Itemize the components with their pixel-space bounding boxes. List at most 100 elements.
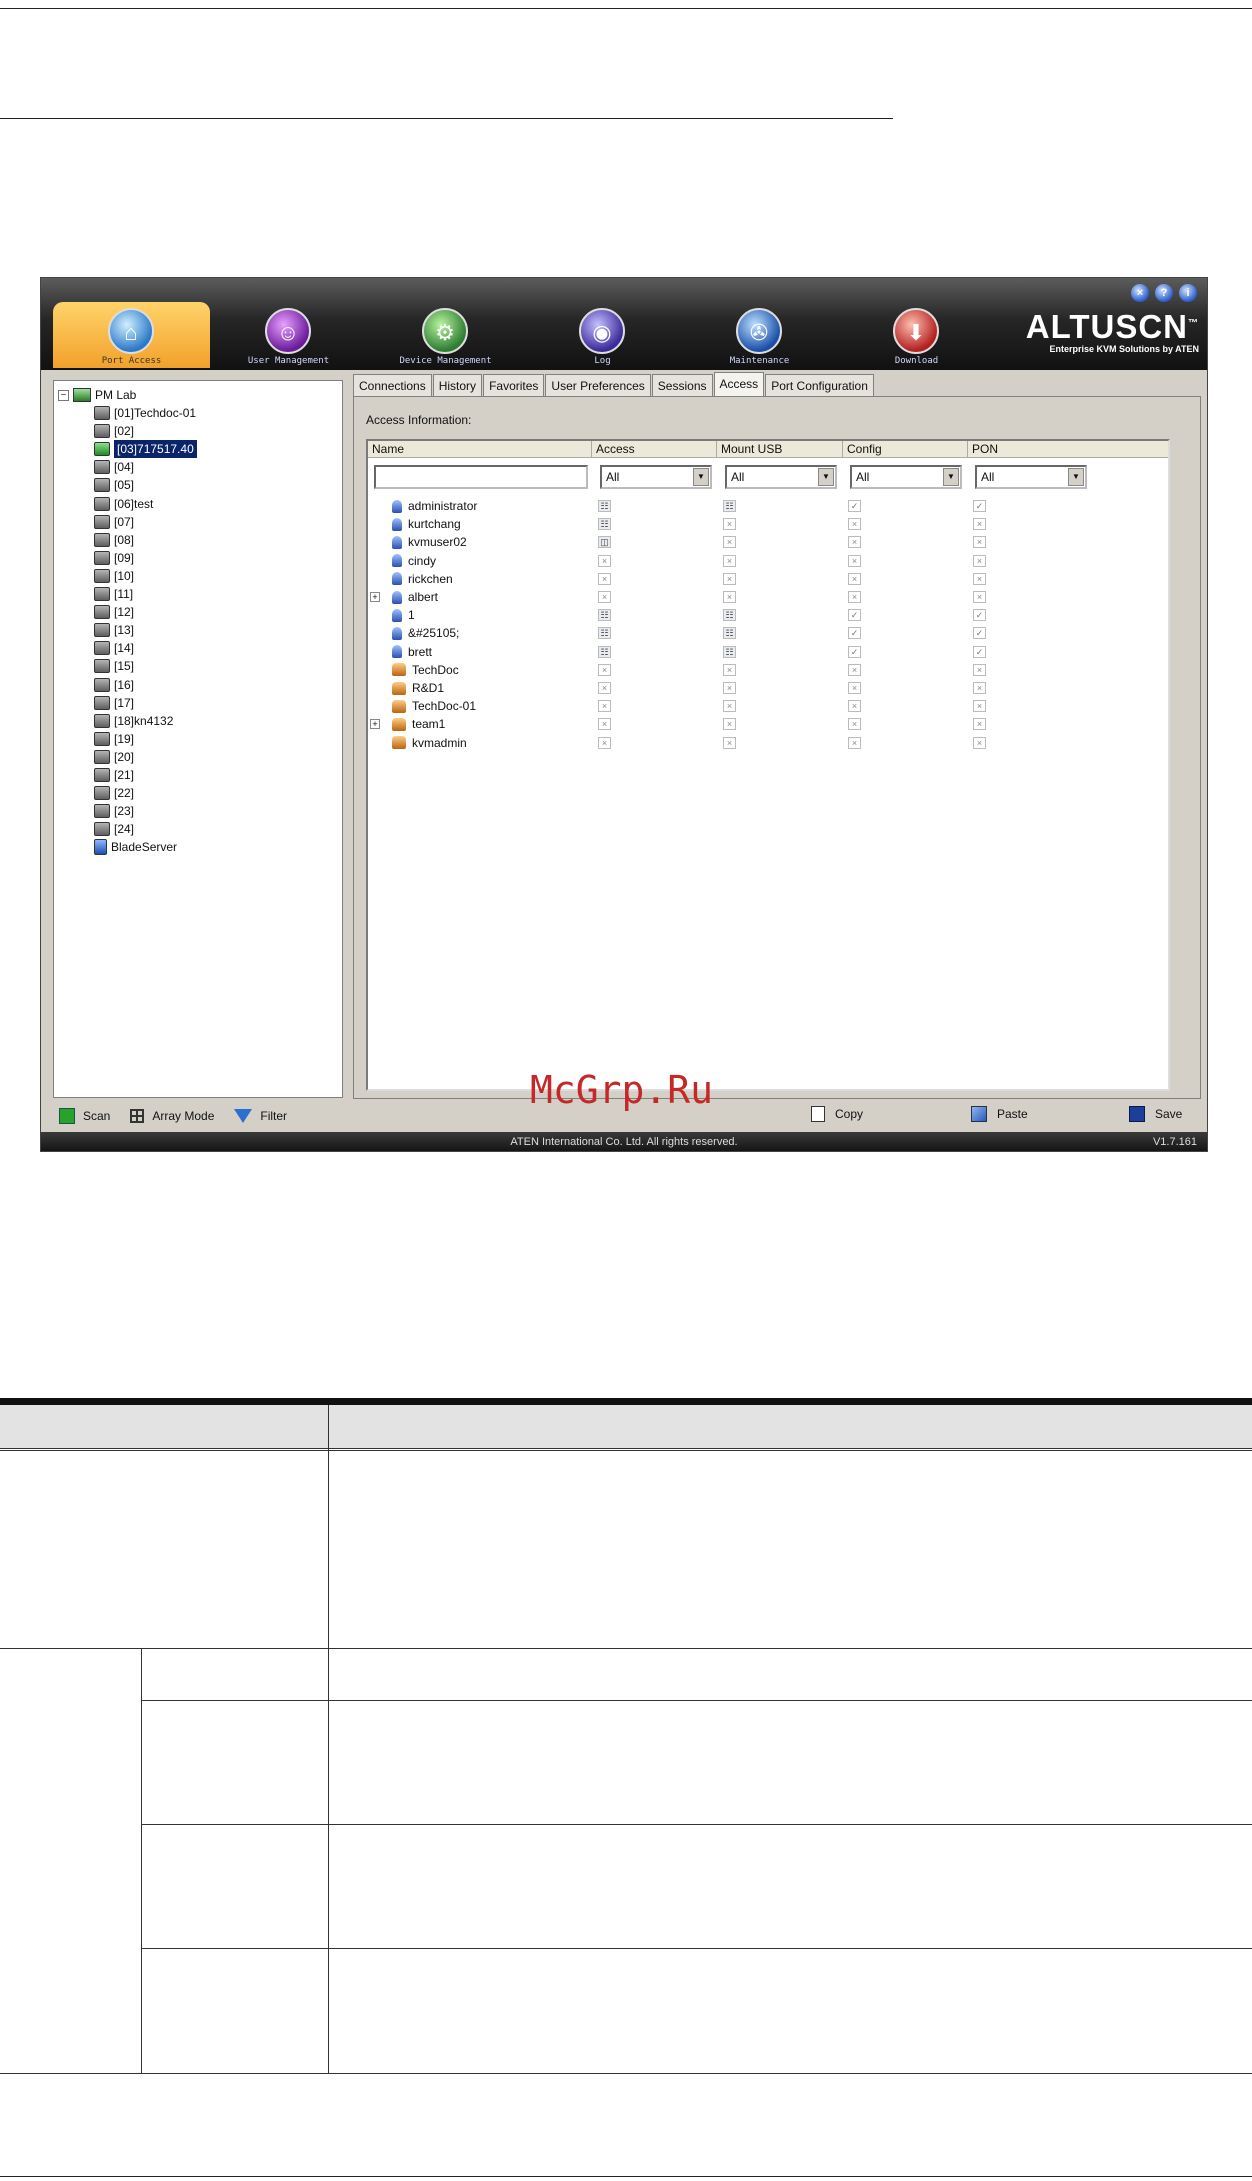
help-icon[interactable]: ? (1155, 284, 1173, 302)
column-config[interactable]: Config (843, 441, 968, 458)
tree-port-item[interactable]: [24] (94, 820, 134, 838)
permission-icon[interactable]: ☷ (598, 645, 611, 658)
nav-log[interactable]: ◉ Log (524, 302, 681, 368)
name-filter-input[interactable] (374, 465, 588, 489)
tab-favorites[interactable]: Favorites (483, 374, 545, 396)
tree-port-item[interactable]: [03]717517.40 (94, 440, 197, 459)
nav-download[interactable]: ⬇ Download (838, 302, 995, 368)
deny-icon[interactable]: × (973, 736, 986, 749)
tree-port-item[interactable]: [05] (94, 476, 134, 494)
tree-port-item[interactable]: [17] (94, 694, 134, 712)
table-row[interactable]: + albert × × × × (368, 588, 1168, 606)
deny-icon[interactable]: × (598, 736, 611, 749)
deny-icon[interactable]: × (598, 554, 611, 567)
info-icon[interactable]: i (1179, 284, 1197, 302)
nav-maintenance[interactable]: ✇ Maintenance (681, 302, 838, 368)
deny-icon[interactable]: × (848, 572, 861, 585)
table-row[interactable]: brett ☷ ☷ ✓ ✓ (368, 643, 1168, 661)
tree-port-item[interactable]: [21] (94, 766, 134, 784)
tree-port-item[interactable]: [16] (94, 676, 134, 694)
deny-icon[interactable]: × (598, 572, 611, 585)
config-filter-select[interactable]: All ▼ (850, 465, 962, 489)
tree-port-item[interactable]: [15] (94, 657, 134, 675)
tree-port-item[interactable]: [02] (94, 422, 134, 440)
table-row[interactable]: TechDoc-01 × × × × (368, 697, 1168, 715)
array-mode-button[interactable]: Array Mode (130, 1109, 214, 1123)
check-icon[interactable]: ✓ (848, 645, 861, 658)
deny-icon[interactable]: × (598, 718, 611, 731)
expand-icon[interactable]: + (370, 592, 380, 602)
tree-port-item[interactable]: [08] (94, 531, 134, 549)
deny-icon[interactable]: × (598, 591, 611, 603)
permission-icon[interactable]: ☷ (723, 609, 736, 622)
table-row[interactable]: R&D1 × × × × (368, 679, 1168, 697)
mount-usb-filter-select[interactable]: All ▼ (725, 465, 837, 489)
tree-port-item[interactable]: [06]test (94, 495, 153, 513)
tree-port-item[interactable]: [01]Techdoc-01 (94, 404, 196, 422)
column-access[interactable]: Access (592, 441, 717, 458)
deny-icon[interactable]: × (848, 591, 861, 603)
close-icon[interactable]: × (1131, 284, 1149, 302)
table-row[interactable]: kvmuser02 ◫ × × × (368, 533, 1168, 551)
deny-icon[interactable]: × (598, 663, 611, 676)
check-icon[interactable]: ✓ (848, 500, 861, 512)
table-row[interactable]: + team1 × × × × (368, 715, 1168, 733)
check-icon[interactable]: ✓ (973, 609, 986, 622)
scan-button[interactable]: Scan (59, 1108, 110, 1124)
deny-icon[interactable]: × (723, 591, 736, 603)
deny-icon[interactable]: × (723, 736, 736, 749)
deny-icon[interactable]: × (598, 682, 611, 694)
deny-icon[interactable]: × (973, 663, 986, 676)
deny-icon[interactable]: × (973, 536, 986, 549)
tab-access[interactable]: Access (713, 372, 765, 397)
tree-port-item[interactable]: [12] (94, 603, 134, 621)
deny-icon[interactable]: × (973, 682, 986, 694)
check-icon[interactable]: ✓ (973, 627, 986, 640)
deny-icon[interactable]: × (848, 663, 861, 676)
deny-icon[interactable]: × (848, 536, 861, 549)
tree-port-item[interactable]: [20] (94, 748, 134, 766)
deny-icon[interactable]: × (973, 572, 986, 585)
check-icon[interactable]: ✓ (973, 500, 986, 512)
collapse-icon[interactable]: − (58, 389, 69, 401)
tab-user-preferences[interactable]: User Preferences (545, 374, 651, 396)
deny-icon[interactable]: × (723, 554, 736, 567)
column-pon[interactable]: PON (968, 441, 1168, 458)
deny-icon[interactable]: × (848, 736, 861, 749)
tree-port-item[interactable]: [07] (94, 513, 134, 531)
deny-icon[interactable]: × (973, 591, 986, 603)
deny-icon[interactable]: × (973, 554, 986, 567)
tree-root[interactable]: − PM Lab (58, 386, 136, 404)
permission-icon[interactable]: ☷ (598, 500, 611, 512)
deny-icon[interactable]: × (723, 518, 736, 531)
tab-connections[interactable]: Connections (353, 374, 432, 396)
check-icon[interactable]: ✓ (848, 609, 861, 622)
permission-icon[interactable]: ☷ (723, 645, 736, 658)
deny-icon[interactable]: × (973, 718, 986, 731)
tree-port-item[interactable]: [18]kn4132 (94, 712, 173, 730)
filter-button[interactable]: Filter (234, 1109, 287, 1123)
tree-port-item[interactable]: [22] (94, 784, 134, 802)
tree-port-item[interactable]: [19] (94, 730, 134, 748)
access-filter-select[interactable]: All ▼ (600, 465, 712, 489)
table-row[interactable]: rickchen × × × × (368, 570, 1168, 588)
tree-port-item[interactable]: [09] (94, 549, 134, 567)
deny-icon[interactable]: × (848, 700, 861, 713)
deny-icon[interactable]: × (973, 700, 986, 713)
deny-icon[interactable]: × (848, 682, 861, 694)
tree-port-item[interactable]: [14] (94, 639, 134, 657)
deny-icon[interactable]: × (723, 663, 736, 676)
permission-icon[interactable]: ◫ (598, 536, 611, 549)
deny-icon[interactable]: × (723, 682, 736, 694)
permission-icon[interactable]: ☷ (723, 500, 736, 512)
deny-icon[interactable]: × (848, 554, 861, 567)
deny-icon[interactable]: × (723, 718, 736, 731)
column-mount-usb[interactable]: Mount USB (717, 441, 843, 458)
table-row[interactable]: kurtchang ☷ × × × (368, 515, 1168, 533)
deny-icon[interactable]: × (723, 536, 736, 549)
column-name[interactable]: Name (368, 441, 592, 458)
tree-port-item[interactable]: [23] (94, 802, 134, 820)
copy-button[interactable]: Copy (811, 1106, 863, 1122)
table-row[interactable]: &#25105; ☷ ☷ ✓ ✓ (368, 624, 1168, 642)
deny-icon[interactable]: × (848, 518, 861, 531)
